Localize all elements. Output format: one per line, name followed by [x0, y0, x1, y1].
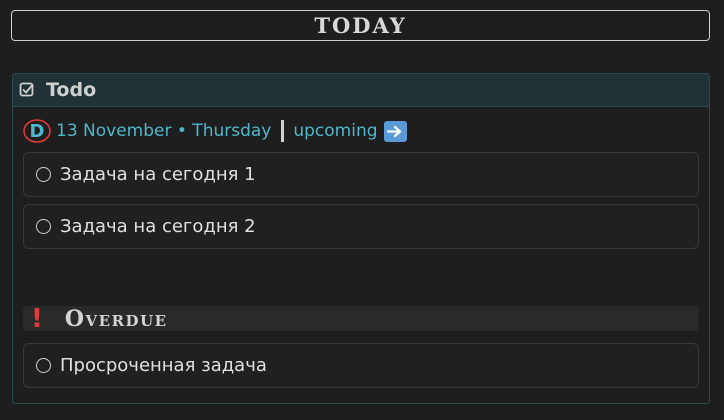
- exclamation-icon: !: [31, 303, 43, 334]
- checkbox-icon: [19, 82, 35, 98]
- date-text[interactable]: 13 November • Thursday: [56, 121, 271, 141]
- overdue-header: ! Overdue: [23, 303, 699, 334]
- task-item[interactable]: Задача на сегодня 1: [23, 152, 699, 197]
- task-item[interactable]: Задача на сегодня 2: [23, 204, 699, 249]
- radio-circle-icon[interactable]: [36, 167, 51, 182]
- todo-title: Todo: [46, 79, 97, 101]
- today-title: TODAY: [314, 13, 407, 38]
- todo-panel: Todo D 13 November • Thursday upcoming З…: [12, 73, 710, 404]
- task-item[interactable]: Просроченная задача: [23, 343, 699, 388]
- badge-letter: D: [30, 121, 45, 142]
- daily-note-badge-icon[interactable]: D: [23, 118, 53, 144]
- task-label: Задача на сегодня 2: [60, 216, 256, 237]
- radio-circle-icon[interactable]: [36, 358, 51, 373]
- upcoming-link[interactable]: upcoming: [293, 121, 377, 141]
- overdue-title: Overdue: [64, 305, 168, 332]
- separator: [281, 120, 285, 142]
- today-header: TODAY: [11, 10, 710, 41]
- radio-circle-icon[interactable]: [36, 219, 51, 234]
- date-line: D 13 November • Thursday upcoming: [23, 119, 407, 143]
- arrow-right-icon[interactable]: [383, 120, 407, 142]
- todo-panel-header[interactable]: Todo: [13, 74, 709, 107]
- task-label: Просроченная задача: [60, 355, 267, 376]
- task-label: Задача на сегодня 1: [60, 164, 256, 185]
